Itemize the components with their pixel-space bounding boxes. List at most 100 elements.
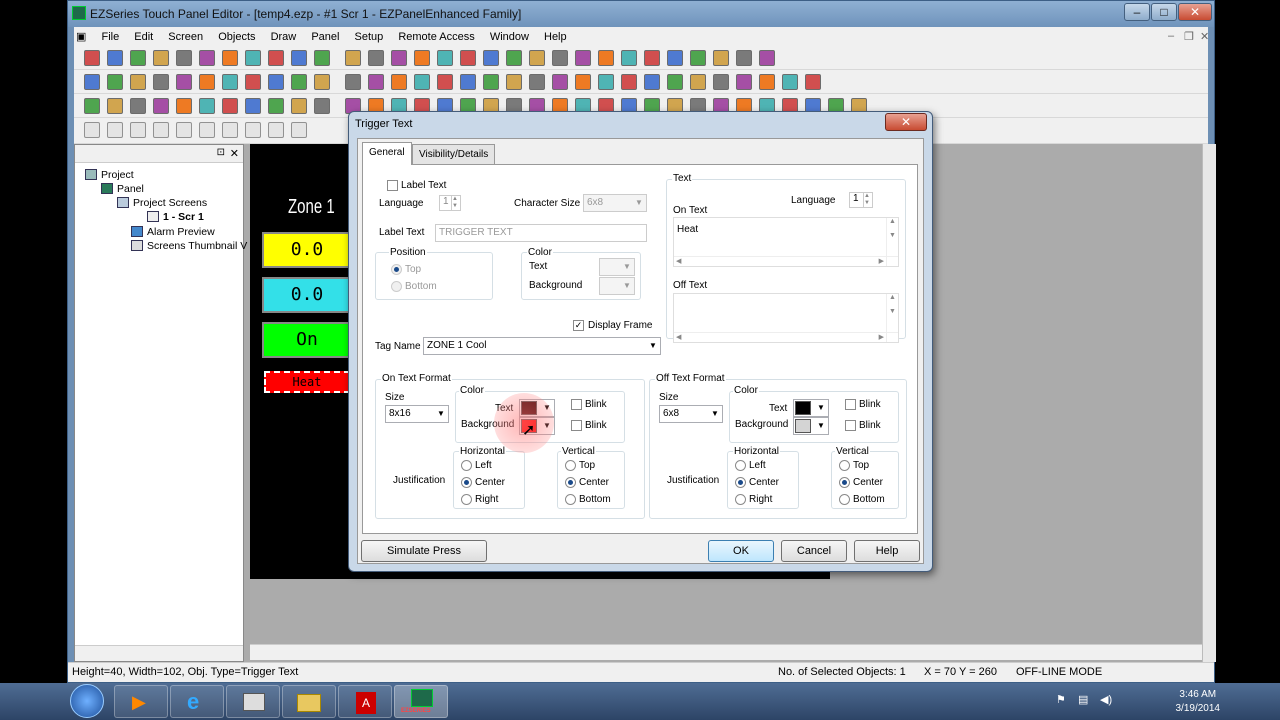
toolbar-tool-icon[interactable]	[107, 98, 123, 114]
toolbar-tool-icon[interactable]	[575, 74, 591, 90]
cancel-button[interactable]: Cancel	[781, 540, 847, 562]
toolbar-tool-icon[interactable]	[345, 74, 361, 90]
toolbar-tool-icon[interactable]	[268, 50, 284, 66]
toolbar-tool-icon[interactable]	[644, 74, 660, 90]
toolbar-tool-icon[interactable]	[598, 74, 614, 90]
off-bg-color-select[interactable]: ▼	[793, 417, 829, 435]
toolbar-tool-icon[interactable]	[621, 74, 637, 90]
toolbar-tool-icon[interactable]	[176, 74, 192, 90]
tree-close-icon[interactable]: ✕	[230, 147, 239, 160]
menu-file[interactable]: File	[95, 28, 125, 43]
toolbar-tool-icon[interactable]	[107, 122, 123, 138]
toolbar-tool-icon[interactable]	[667, 74, 683, 90]
toolbar-tool-icon[interactable]	[667, 50, 683, 66]
tree-node-scr1[interactable]: 1 - Scr 1	[147, 211, 204, 223]
off-text-color-select[interactable]: ▼	[793, 399, 829, 417]
tree-node-project-screens[interactable]: Project Screens	[117, 197, 207, 209]
zone-indicator[interactable]: On	[262, 322, 352, 358]
tray-flag-icon[interactable]: ⚑	[1056, 693, 1066, 706]
menu-objects[interactable]: Objects	[212, 28, 261, 43]
toolbar-tool-icon[interactable]	[713, 74, 729, 90]
clock[interactable]: 3:46 AM 3/19/2014	[1176, 688, 1221, 716]
on-size-select[interactable]: 8x16 ▼	[385, 405, 449, 423]
toolbar-tool-icon[interactable]	[529, 50, 545, 66]
toolbar-tool-icon[interactable]	[414, 50, 430, 66]
toolbar-tool-icon[interactable]	[84, 122, 100, 138]
toolbar-tool-icon[interactable]	[291, 122, 307, 138]
tree-node-panel[interactable]: Panel	[101, 183, 144, 195]
toolbar-tool-icon[interactable]	[759, 50, 775, 66]
off-vcenter-radio[interactable]	[839, 477, 850, 488]
toolbar-tool-icon[interactable]	[713, 50, 729, 66]
toolbar-tool-icon[interactable]	[222, 50, 238, 66]
on-center-radio[interactable]	[461, 477, 472, 488]
toolbar-tool-icon[interactable]	[268, 74, 284, 90]
toolbar-tool-icon[interactable]	[575, 50, 591, 66]
toolbar-tool-icon[interactable]	[460, 50, 476, 66]
tab-visibility-details[interactable]: Visibility/Details	[412, 144, 496, 164]
toolbar-tool-icon[interactable]	[268, 98, 284, 114]
off-top-radio[interactable]	[839, 460, 850, 471]
toolbar-tool-icon[interactable]	[805, 74, 821, 90]
display-frame-checkbox[interactable]: ✓	[573, 320, 584, 331]
tree-hscrollbar[interactable]	[75, 645, 243, 661]
toolbar-tool-icon[interactable]	[222, 98, 238, 114]
right-scroll-panel[interactable]	[1202, 144, 1216, 662]
off-bottom-radio[interactable]	[839, 494, 850, 505]
toolbar-tool-icon[interactable]	[736, 50, 752, 66]
on-bottom-radio[interactable]	[565, 494, 576, 505]
toolbar-tool-icon[interactable]	[245, 98, 261, 114]
tag-name-select[interactable]: ZONE 1 Cool ▼	[423, 337, 661, 355]
toolbar-tool-icon[interactable]	[782, 74, 798, 90]
zone-value-2[interactable]: 0.0	[262, 277, 352, 313]
hscrollbar[interactable]: ◀ ▶	[674, 256, 898, 266]
trigger-text-object[interactable]: Heat	[264, 371, 350, 393]
on-text-blink-checkbox[interactable]	[571, 399, 582, 410]
tab-general[interactable]: General	[362, 142, 412, 165]
label-text-checkbox[interactable]	[387, 180, 398, 191]
toolbar-tool-icon[interactable]	[759, 74, 775, 90]
toolbar-tool-icon[interactable]	[222, 74, 238, 90]
simulate-press-button[interactable]: Simulate Press	[361, 540, 487, 562]
tray-network-icon[interactable]: ▤	[1078, 693, 1088, 706]
on-bg-blink-checkbox[interactable]	[571, 420, 582, 431]
tree-node-alarm-preview[interactable]: Alarm Preview	[131, 226, 215, 238]
toolbar-tool-icon[interactable]	[314, 98, 330, 114]
on-right-radio[interactable]	[461, 494, 472, 505]
toolbar-tool-icon[interactable]	[736, 74, 752, 90]
char-size-select[interactable]: 6x8 ▼	[583, 194, 647, 212]
toolbar-tool-icon[interactable]	[506, 50, 522, 66]
toolbar-tool-icon[interactable]	[621, 50, 637, 66]
off-left-radio[interactable]	[735, 460, 746, 471]
toolbar-tool-icon[interactable]	[690, 74, 706, 90]
toolbar-tool-icon[interactable]	[176, 98, 192, 114]
zone-label[interactable]: Zone 1	[288, 196, 335, 219]
toolbar-tool-icon[interactable]	[391, 50, 407, 66]
off-center-radio[interactable]	[735, 477, 746, 488]
menu-edit[interactable]: Edit	[128, 28, 159, 43]
toolbar-tool-icon[interactable]	[598, 50, 614, 66]
close-button[interactable]: ✕	[1178, 3, 1212, 21]
menu-window[interactable]: Window	[484, 28, 535, 43]
toolbar-tool-icon[interactable]	[268, 122, 284, 138]
text-language-spinner[interactable]: 1 ▲ ▼	[849, 192, 873, 208]
maximize-button[interactable]: □	[1151, 3, 1177, 21]
tree-node-screens-thumbnail[interactable]: Screens Thumbnail V	[131, 240, 247, 252]
toolbar-tool-icon[interactable]	[483, 74, 499, 90]
pdf-taskbar[interactable]: A	[338, 685, 392, 718]
tree-node-project[interactable]: Project	[85, 169, 134, 181]
toolbar-tool-icon[interactable]	[414, 74, 430, 90]
on-top-radio[interactable]	[565, 460, 576, 471]
menu-help[interactable]: Help	[538, 28, 573, 43]
toolbar-tool-icon[interactable]	[153, 74, 169, 90]
toolbar-tool-icon[interactable]	[176, 122, 192, 138]
toolbar-tool-icon[interactable]	[84, 98, 100, 114]
toolbar-tool-icon[interactable]	[529, 74, 545, 90]
label-text-input[interactable]: TRIGGER TEXT	[435, 224, 647, 242]
toolbar-tool-icon[interactable]	[176, 50, 192, 66]
toolbar-tool-icon[interactable]	[130, 98, 146, 114]
on-vcenter-radio[interactable]	[565, 477, 576, 488]
toolbar-tool-icon[interactable]	[84, 50, 100, 66]
toolbar-tool-icon[interactable]	[199, 98, 215, 114]
toolbar-tool-icon[interactable]	[314, 74, 330, 90]
